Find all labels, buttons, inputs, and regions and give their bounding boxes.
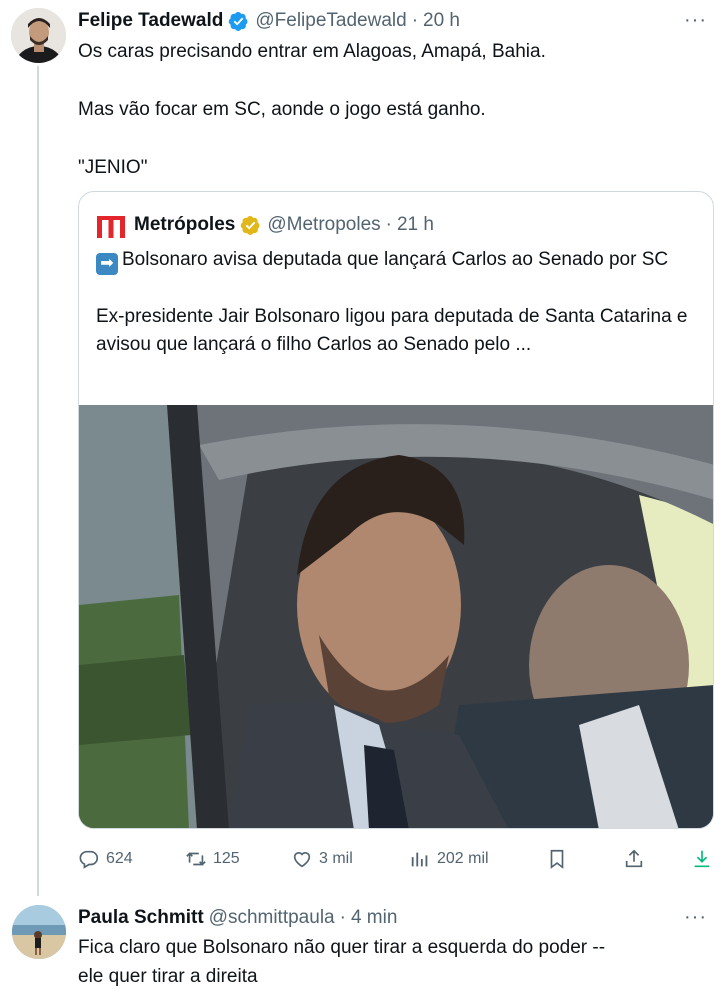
reply-icon [79, 850, 99, 869]
retweet-count: 125 [213, 850, 240, 867]
reply-author-name[interactable]: Paula Schmitt [78, 907, 204, 929]
reply-timestamp[interactable]: 4 min [351, 907, 397, 929]
views-icon [411, 852, 428, 867]
reply-text: Fica claro que Bolsonaro não quer tirar … [78, 937, 606, 987]
quoted-author-name[interactable]: Metrópoles [134, 214, 235, 236]
reply-header: Paula Schmitt @schmittpaula · 4 min [78, 905, 397, 931]
retweet-icon [186, 852, 206, 866]
metropoles-logo[interactable] [97, 212, 125, 238]
tweet-text: Os caras precisando entrar em Alagoas, A… [78, 41, 546, 178]
thread-connector-line [37, 66, 39, 896]
like-icon [293, 852, 311, 868]
more-options-icon[interactable]: ··· [684, 10, 707, 30]
verified-badge-icon[interactable] [228, 11, 249, 32]
author-handle[interactable]: @FelipeTadewald [255, 10, 406, 32]
verified-badge-icon[interactable] [240, 215, 261, 236]
like-button[interactable]: 3 mil [291, 846, 353, 872]
right-arrow-emoji-icon: ➡ [96, 253, 118, 275]
bookmark-button[interactable] [546, 846, 574, 872]
retweet-button[interactable]: 125 [185, 846, 240, 872]
separator-dot: · [385, 214, 392, 235]
quoted-tweet-text: ➡ Bolsonaro avisa deputada que lançará Ca… [96, 246, 701, 359]
more-options-icon[interactable]: ··· [684, 907, 707, 927]
avatar[interactable] [11, 8, 66, 63]
timestamp[interactable]: 20 h [423, 10, 460, 32]
quoted-timestamp[interactable]: 21 h [397, 214, 434, 236]
like-count: 3 mil [319, 850, 353, 867]
separator-dot: · [411, 10, 419, 31]
views-count: 202 mil [437, 850, 489, 867]
quoted-tweet-header: Metrópoles @Metropoles · 21 h [97, 212, 434, 238]
separator-dot: · [339, 907, 346, 928]
reply-button[interactable]: 624 [78, 846, 133, 872]
quoted-author-handle[interactable]: @Metropoles [267, 214, 380, 236]
author-name[interactable]: Felipe Tadewald [78, 10, 223, 32]
download-icon [694, 850, 710, 868]
tweet-actions: 624 125 3 mil 202 mil [78, 846, 714, 872]
reply-author-handle[interactable]: @schmittpaula [209, 907, 335, 929]
views-button[interactable]: 202 mil [409, 846, 489, 872]
quoted-body: Ex-presidente Jair Bolsonaro ligou para … [96, 306, 688, 355]
bookmark-icon [550, 849, 564, 869]
download-button[interactable] [691, 846, 719, 872]
reply-count: 624 [106, 850, 133, 867]
share-button[interactable] [623, 846, 651, 872]
tweet-header: Felipe Tadewald @FelipeTadewald · 20 h [78, 8, 460, 34]
avatar[interactable] [12, 905, 66, 959]
quoted-tweet-card[interactable]: Metrópoles @Metropoles · 21 h ➡ Bolsonaro… [78, 191, 714, 829]
share-icon [625, 849, 643, 868]
quoted-tweet-photo[interactable] [79, 405, 714, 829]
quoted-headline: Bolsonaro avisa deputada que lançará Car… [122, 249, 669, 270]
